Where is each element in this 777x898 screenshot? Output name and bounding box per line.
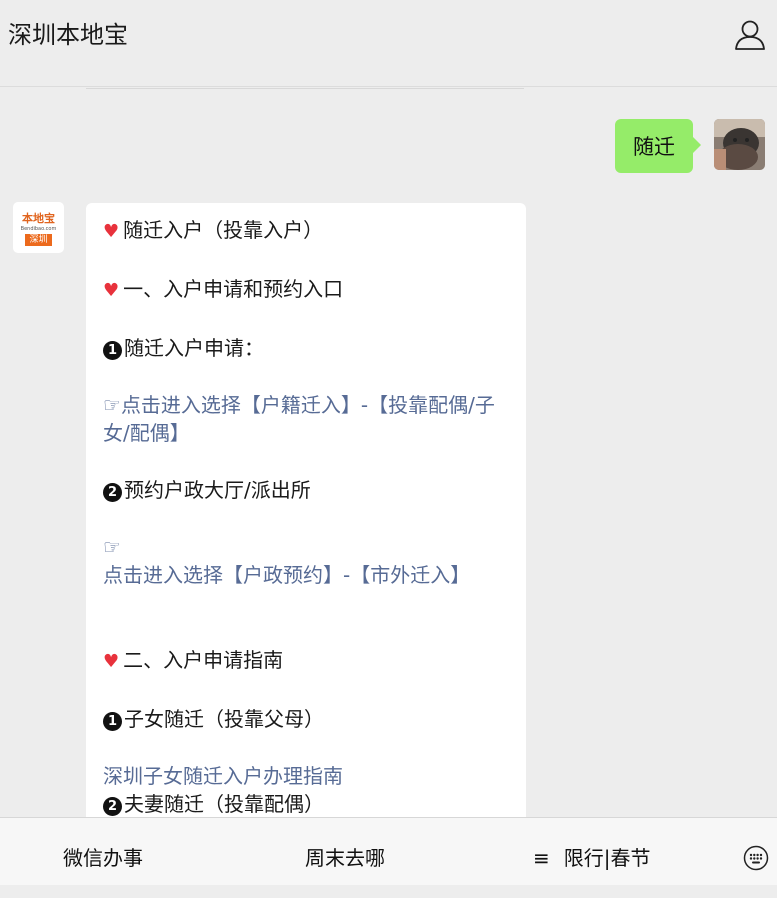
heart-icon: ♥ — [103, 221, 120, 242]
avatar-logo-url: Bendibao.com — [20, 226, 57, 232]
item-text: 预约户政大厅/派出所 — [124, 478, 311, 502]
avatar-logo-text: 本地宝 — [22, 212, 55, 225]
header-divider — [0, 86, 777, 87]
reply-content: ♥ 随迁入户（投靠入户） ♥ 一、入户申请和预约入口 1 随迁入户申请： ☞点击进入选… — [103, 216, 513, 818]
menu-item-label: 限行|春节 — [563, 846, 651, 870]
keyboard-icon[interactable] — [743, 845, 769, 871]
reply-line: 1 子女随迁（投靠父母） — [103, 705, 513, 733]
bot-reply-bubble: ♥ 随迁入户（投靠入户） ♥ 一、入户申请和预约入口 1 随迁入户申请： ☞点击进入选… — [86, 203, 526, 843]
reply-line: ♥ 随迁入户（投靠入户） — [103, 216, 513, 246]
reply-line[interactable]: ☞点击进入选择【户籍迁入】-【投靠配偶/子女/配偶】 — [103, 391, 513, 447]
reply-line: ♥ 二、入户申请指南 — [103, 646, 513, 676]
chat-title: 深圳本地宝 — [8, 21, 128, 49]
item-text: 随迁入户申请： — [124, 336, 264, 360]
number-badge-icon: 1 — [103, 341, 122, 360]
avatar-logo-badge: 深圳 — [25, 234, 52, 246]
pointing-hand-icon: ☞ — [103, 393, 121, 417]
section-heading: 二、入户申请指南 — [123, 648, 284, 672]
self-message-text: 随迁 — [633, 135, 675, 159]
item-text: 夫妻随迁（投靠配偶） — [124, 792, 324, 816]
menu-item-weekend[interactable]: 周末去哪 — [305, 818, 385, 886]
child-guide-link[interactable]: 深圳子女随迁入户办理指南 — [103, 764, 343, 788]
reply-title: 随迁入户（投靠入户） — [123, 218, 324, 242]
previous-message-edge — [86, 88, 524, 89]
user-icon[interactable] — [733, 18, 767, 52]
self-avatar[interactable] — [714, 119, 765, 170]
number-badge-icon: 1 — [103, 712, 122, 731]
heart-icon: ♥ — [103, 280, 120, 301]
number-badge-icon: 2 — [103, 797, 122, 816]
heart-icon: ♥ — [103, 651, 120, 672]
bot-avatar[interactable]: 本地宝 Bendibao.com 深圳 — [13, 202, 64, 253]
reply-line: ♥ 一、入户申请和预约入口 — [103, 275, 513, 305]
reply-line: ☞ — [103, 533, 513, 561]
number-badge-icon: 2 — [103, 483, 122, 502]
reply-line: 2 预约户政大厅/派出所 — [103, 476, 513, 504]
appointment-link[interactable]: 点击进入选择【户政预约】-【市外迁入】 — [103, 563, 470, 587]
reply-line: 1 随迁入户申请： — [103, 334, 513, 362]
pointing-hand-icon: ☞ — [103, 535, 121, 559]
apply-link[interactable]: 点击进入选择【户籍迁入】-【投靠配偶/子女/配偶】 — [103, 393, 495, 445]
reply-line: 2 夫妻随迁（投靠配偶） — [103, 790, 513, 818]
chat-header: 深圳本地宝 — [0, 0, 777, 86]
section-heading: 一、入户申请和预约入口 — [123, 277, 344, 301]
bottom-menu-bar: 微信办事 周末去哪 ≡ 限行|春节 — [0, 817, 777, 885]
submenu-icon: ≡ — [533, 846, 550, 870]
menu-item-wechat-services[interactable]: 微信办事 — [63, 818, 143, 886]
self-message-bubble[interactable]: 随迁 — [615, 119, 701, 173]
item-text: 子女随迁（投靠父母） — [124, 707, 324, 731]
menu-item-traffic-restriction[interactable]: ≡ 限行|春节 — [533, 818, 651, 886]
